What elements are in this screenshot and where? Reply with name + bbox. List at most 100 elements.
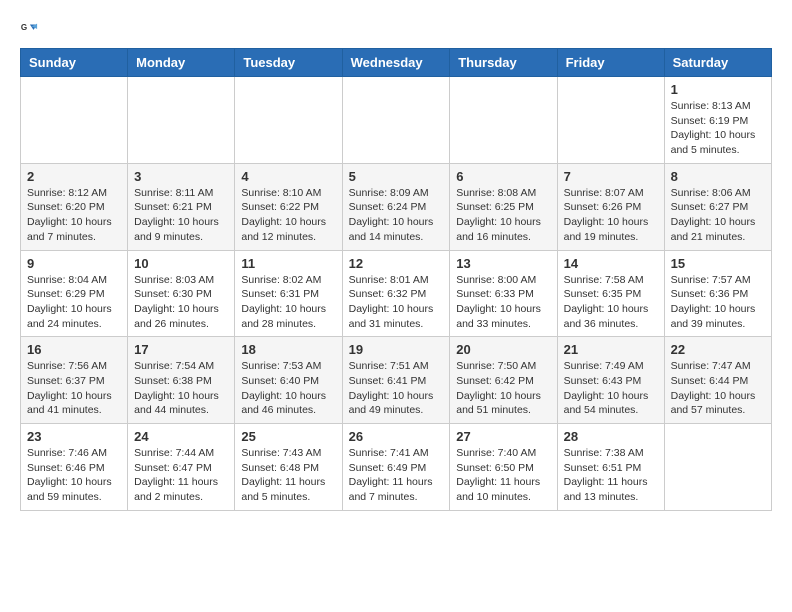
day-info-13: Sunrise: 8:00 AM Sunset: 6:33 PM Dayligh… [456, 273, 550, 332]
column-header-saturday: Saturday [664, 49, 771, 77]
day-info-21: Sunrise: 7:49 AM Sunset: 6:43 PM Dayligh… [564, 359, 658, 418]
day-cell-3: 3 Sunrise: 8:11 AM Sunset: 6:21 PM Daylig… [128, 163, 235, 250]
day-info-11: Sunrise: 8:02 AM Sunset: 6:31 PM Dayligh… [241, 273, 335, 332]
week-row-5: 23 Sunrise: 7:46 AM Sunset: 6:46 PM Dayli… [21, 424, 772, 511]
day-cell-8: 8 Sunrise: 8:06 AM Sunset: 6:27 PM Daylig… [664, 163, 771, 250]
day-number-24: 24 [134, 429, 228, 444]
day-number-7: 7 [564, 169, 658, 184]
day-info-8: Sunrise: 8:06 AM Sunset: 6:27 PM Dayligh… [671, 186, 765, 245]
day-info-20: Sunrise: 7:50 AM Sunset: 6:42 PM Dayligh… [456, 359, 550, 418]
day-number-18: 18 [241, 342, 335, 357]
day-number-13: 13 [456, 256, 550, 271]
empty-cell [664, 424, 771, 511]
day-info-24: Sunrise: 7:44 AM Sunset: 6:47 PM Dayligh… [134, 446, 228, 505]
day-number-16: 16 [27, 342, 121, 357]
day-cell-25: 25 Sunrise: 7:43 AM Sunset: 6:48 PM Dayli… [235, 424, 342, 511]
day-number-28: 28 [564, 429, 658, 444]
day-info-12: Sunrise: 8:01 AM Sunset: 6:32 PM Dayligh… [349, 273, 444, 332]
day-cell-2: 2 Sunrise: 8:12 AM Sunset: 6:20 PM Daylig… [21, 163, 128, 250]
day-number-12: 12 [349, 256, 444, 271]
day-info-14: Sunrise: 7:58 AM Sunset: 6:35 PM Dayligh… [564, 273, 658, 332]
day-cell-18: 18 Sunrise: 7:53 AM Sunset: 6:40 PM Dayli… [235, 337, 342, 424]
day-cell-23: 23 Sunrise: 7:46 AM Sunset: 6:46 PM Dayli… [21, 424, 128, 511]
day-cell-16: 16 Sunrise: 7:56 AM Sunset: 6:37 PM Dayli… [21, 337, 128, 424]
calendar-body: 1Sunrise: 8:13 AM Sunset: 6:19 PM Daylig… [21, 77, 772, 511]
day-number-17: 17 [134, 342, 228, 357]
day-info-7: Sunrise: 8:07 AM Sunset: 6:26 PM Dayligh… [564, 186, 658, 245]
day-number-3: 3 [134, 169, 228, 184]
day-cell-24: 24 Sunrise: 7:44 AM Sunset: 6:47 PM Dayli… [128, 424, 235, 511]
day-number-27: 27 [456, 429, 550, 444]
day-info-28: Sunrise: 7:38 AM Sunset: 6:51 PM Dayligh… [564, 446, 658, 505]
day-info-5: Sunrise: 8:09 AM Sunset: 6:24 PM Dayligh… [349, 186, 444, 245]
column-header-friday: Friday [557, 49, 664, 77]
day-cell-17: 17 Sunrise: 7:54 AM Sunset: 6:38 PM Dayli… [128, 337, 235, 424]
day-cell-20: 20 Sunrise: 7:50 AM Sunset: 6:42 PM Dayli… [450, 337, 557, 424]
day-info-3: Sunrise: 8:11 AM Sunset: 6:21 PM Dayligh… [134, 186, 228, 245]
empty-cell [342, 77, 450, 164]
day-number-5: 5 [349, 169, 444, 184]
day-info-19: Sunrise: 7:51 AM Sunset: 6:41 PM Dayligh… [349, 359, 444, 418]
day-info-23: Sunrise: 7:46 AM Sunset: 6:46 PM Dayligh… [27, 446, 121, 505]
day-number-26: 26 [349, 429, 444, 444]
svg-text:G: G [21, 23, 27, 32]
day-cell-22: 22Sunrise: 7:47 AM Sunset: 6:44 PM Dayli… [664, 337, 771, 424]
day-number-4: 4 [241, 169, 335, 184]
column-header-wednesday: Wednesday [342, 49, 450, 77]
day-info-17: Sunrise: 7:54 AM Sunset: 6:38 PM Dayligh… [134, 359, 228, 418]
day-cell-10: 10 Sunrise: 8:03 AM Sunset: 6:30 PM Dayli… [128, 250, 235, 337]
day-cell-6: 6 Sunrise: 8:08 AM Sunset: 6:25 PM Daylig… [450, 163, 557, 250]
day-info-25: Sunrise: 7:43 AM Sunset: 6:48 PM Dayligh… [241, 446, 335, 505]
day-info-22: Sunrise: 7:47 AM Sunset: 6:44 PM Dayligh… [671, 359, 765, 418]
page-header: G [20, 20, 772, 38]
day-number-11: 11 [241, 256, 335, 271]
day-cell-4: 4 Sunrise: 8:10 AM Sunset: 6:22 PM Daylig… [235, 163, 342, 250]
day-number-8: 8 [671, 169, 765, 184]
day-info-16: Sunrise: 7:56 AM Sunset: 6:37 PM Dayligh… [27, 359, 121, 418]
week-row-3: 9 Sunrise: 8:04 AM Sunset: 6:29 PM Daylig… [21, 250, 772, 337]
day-cell-26: 26 Sunrise: 7:41 AM Sunset: 6:49 PM Dayli… [342, 424, 450, 511]
day-number-2: 2 [27, 169, 121, 184]
calendar-table: SundayMondayTuesdayWednesdayThursdayFrid… [20, 48, 772, 511]
day-info-15: Sunrise: 7:57 AM Sunset: 6:36 PM Dayligh… [671, 273, 765, 332]
day-number-15: 15 [671, 256, 765, 271]
week-row-4: 16 Sunrise: 7:56 AM Sunset: 6:37 PM Dayli… [21, 337, 772, 424]
day-cell-27: 27 Sunrise: 7:40 AM Sunset: 6:50 PM Dayli… [450, 424, 557, 511]
day-info-18: Sunrise: 7:53 AM Sunset: 6:40 PM Dayligh… [241, 359, 335, 418]
week-row-1: 1Sunrise: 8:13 AM Sunset: 6:19 PM Daylig… [21, 77, 772, 164]
day-cell-5: 5 Sunrise: 8:09 AM Sunset: 6:24 PM Daylig… [342, 163, 450, 250]
day-of-week-row: SundayMondayTuesdayWednesdayThursdayFrid… [21, 49, 772, 77]
day-info-10: Sunrise: 8:03 AM Sunset: 6:30 PM Dayligh… [134, 273, 228, 332]
day-number-9: 9 [27, 256, 121, 271]
day-info-26: Sunrise: 7:41 AM Sunset: 6:49 PM Dayligh… [349, 446, 444, 505]
column-header-thursday: Thursday [450, 49, 557, 77]
day-number-25: 25 [241, 429, 335, 444]
day-cell-12: 12 Sunrise: 8:01 AM Sunset: 6:32 PM Dayli… [342, 250, 450, 337]
day-cell-13: 13 Sunrise: 8:00 AM Sunset: 6:33 PM Dayli… [450, 250, 557, 337]
day-info-6: Sunrise: 8:08 AM Sunset: 6:25 PM Dayligh… [456, 186, 550, 245]
day-info-2: Sunrise: 8:12 AM Sunset: 6:20 PM Dayligh… [27, 186, 121, 245]
day-number-19: 19 [349, 342, 444, 357]
empty-cell [557, 77, 664, 164]
day-info-4: Sunrise: 8:10 AM Sunset: 6:22 PM Dayligh… [241, 186, 335, 245]
day-info-27: Sunrise: 7:40 AM Sunset: 6:50 PM Dayligh… [456, 446, 550, 505]
day-number-6: 6 [456, 169, 550, 184]
day-number-23: 23 [27, 429, 121, 444]
week-row-2: 2 Sunrise: 8:12 AM Sunset: 6:20 PM Daylig… [21, 163, 772, 250]
day-number-20: 20 [456, 342, 550, 357]
day-cell-21: 21Sunrise: 7:49 AM Sunset: 6:43 PM Dayli… [557, 337, 664, 424]
day-cell-11: 11 Sunrise: 8:02 AM Sunset: 6:31 PM Dayli… [235, 250, 342, 337]
day-cell-14: 14 Sunrise: 7:58 AM Sunset: 6:35 PM Dayli… [557, 250, 664, 337]
day-cell-9: 9 Sunrise: 8:04 AM Sunset: 6:29 PM Daylig… [21, 250, 128, 337]
column-header-monday: Monday [128, 49, 235, 77]
day-number-10: 10 [134, 256, 228, 271]
day-cell-28: 28 Sunrise: 7:38 AM Sunset: 6:51 PM Dayli… [557, 424, 664, 511]
day-cell-19: 19 Sunrise: 7:51 AM Sunset: 6:41 PM Dayli… [342, 337, 450, 424]
logo: G [20, 20, 42, 38]
empty-cell [235, 77, 342, 164]
day-number-1: 1 [671, 82, 765, 97]
column-header-tuesday: Tuesday [235, 49, 342, 77]
day-info-9: Sunrise: 8:04 AM Sunset: 6:29 PM Dayligh… [27, 273, 121, 332]
empty-cell [21, 77, 128, 164]
day-number-14: 14 [564, 256, 658, 271]
